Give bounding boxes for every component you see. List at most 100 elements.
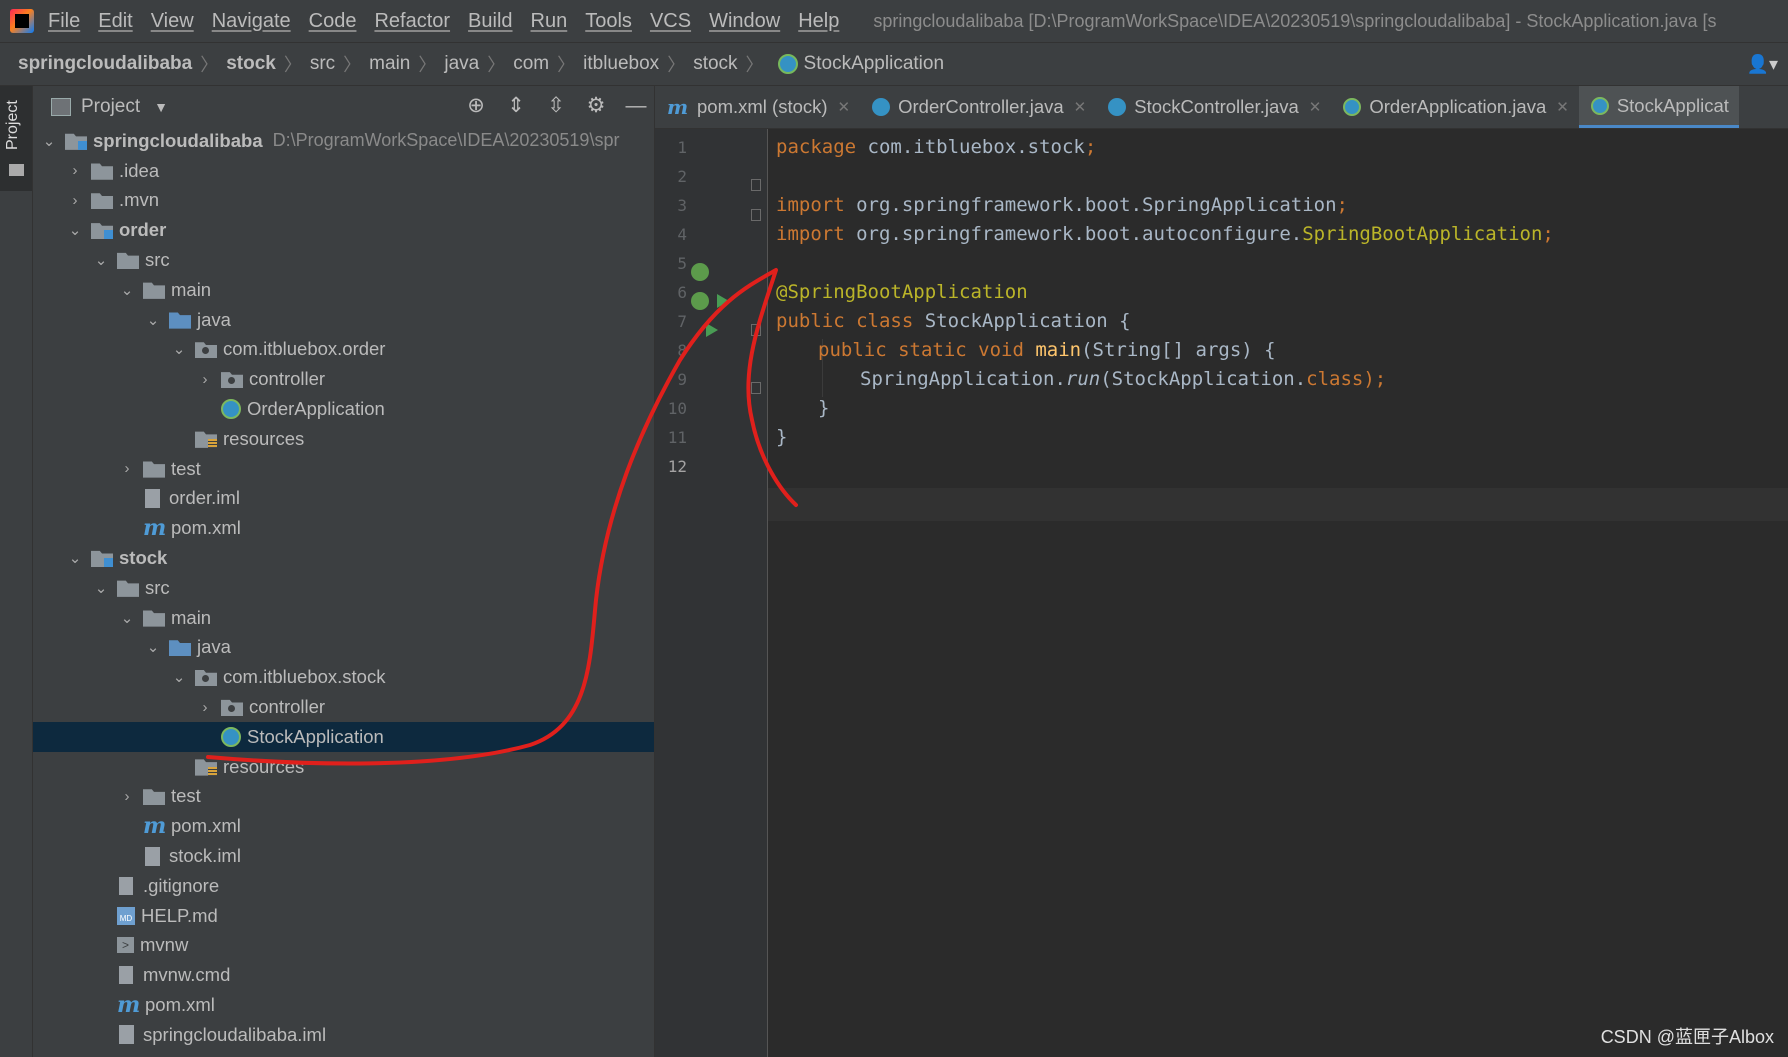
breadcrumb-item[interactable]: stock (226, 53, 276, 75)
breadcrumb-item[interactable]: com (513, 53, 549, 75)
chevron-down-icon[interactable]: ⌄ (145, 311, 161, 329)
close-icon[interactable]: ✕ (838, 98, 851, 116)
menu-navigate[interactable]: Navigate (212, 10, 291, 33)
menu-edit[interactable]: Edit (98, 10, 132, 33)
tree-row[interactable]: ⌄ springcloudalibaba D:\ProgramWorkSpace\I… (33, 126, 654, 156)
breadcrumb-item[interactable]: springcloudalibaba (18, 53, 192, 75)
chevron-down-icon[interactable]: ⌄ (67, 549, 83, 567)
tree-row[interactable]: > mvnw (33, 931, 654, 961)
close-icon[interactable]: ✕ (1309, 98, 1322, 116)
tree-row[interactable]: order.iml (33, 484, 654, 514)
code-editor[interactable]: package com.itbluebox.stock; import org.… (768, 129, 1788, 1057)
editor-tab[interactable]: StockController.java ✕ (1096, 86, 1331, 128)
chevron-down-icon[interactable]: ⌄ (119, 281, 135, 299)
bean-icon[interactable] (691, 292, 709, 310)
tree-row[interactable]: springcloudalibaba.iml (33, 1020, 654, 1050)
editor-tab[interactable]: StockApplicat (1578, 86, 1739, 128)
breadcrumb-item[interactable]: itbluebox (583, 53, 659, 75)
run-icon[interactable] (717, 294, 729, 308)
tree-row[interactable]: ⌄ com.itbluebox.stock (33, 662, 654, 692)
tree-row[interactable]: m pom.xml (33, 990, 654, 1020)
tree-row[interactable]: › controller (33, 692, 654, 722)
chevron-right-icon[interactable]: › (119, 460, 135, 477)
tree-row[interactable]: mvnw.cmd (33, 960, 654, 990)
chevron-right-icon[interactable]: › (197, 371, 213, 388)
chevron-right-icon[interactable]: › (67, 162, 83, 179)
tree-row[interactable]: OrderApplication (33, 394, 654, 424)
chevron-down-icon[interactable]: ⌄ (67, 221, 83, 239)
breadcrumb-item[interactable]: stock (693, 53, 737, 75)
bean-icon[interactable] (691, 263, 709, 281)
project-panel-title[interactable]: Project (81, 96, 140, 118)
chevron-down-icon[interactable]: ⌄ (41, 132, 57, 150)
breadcrumb-item[interactable]: main (369, 53, 410, 75)
tree-row[interactable]: › controller (33, 364, 654, 394)
locate-file-icon[interactable]: ⊕ (464, 94, 488, 118)
menu-help[interactable]: Help (798, 10, 839, 33)
watermark: CSDN @蓝匣子Albox (1600, 1027, 1774, 1047)
menu-view[interactable]: View (151, 10, 194, 33)
menu-refactor[interactable]: Refactor (374, 10, 450, 33)
chevron-right-icon[interactable]: › (197, 699, 213, 716)
spring-class-icon (1343, 98, 1362, 116)
editor-tab[interactable]: OrderController.java ✕ (860, 86, 1096, 128)
tree-row[interactable]: › test (33, 454, 654, 484)
tree-row[interactable]: m pom.xml (33, 513, 654, 543)
fold-icon[interactable] (751, 209, 761, 221)
menu-tools[interactable]: Tools (585, 10, 632, 33)
tree-row[interactable]: ⌄ order (33, 215, 654, 245)
menu-file[interactable]: File (48, 10, 80, 33)
chevron-down-icon[interactable]: ⌄ (171, 340, 187, 358)
chevron-right-icon[interactable]: › (67, 192, 83, 209)
tree-row[interactable]: ⌄ com.itbluebox.order (33, 335, 654, 365)
chevron-down-icon[interactable]: ⌄ (171, 668, 187, 686)
editor-tab[interactable]: m pom.xml (stock) ✕ (655, 86, 860, 128)
tree-row[interactable]: MD HELP.md (33, 901, 654, 931)
project-tool-tab[interactable]: Project (0, 86, 32, 191)
folder-module-icon (65, 133, 87, 150)
menu-build[interactable]: Build (468, 10, 512, 33)
chevron-right-icon[interactable]: › (119, 788, 135, 805)
tree-row[interactable]: ⌄ src (33, 245, 654, 275)
editor-tab[interactable]: OrderApplication.java ✕ (1331, 86, 1578, 128)
tree-row[interactable]: ⌄ java (33, 305, 654, 335)
fold-icon[interactable] (751, 382, 761, 394)
editor-tab-bar: m pom.xml (stock) ✕ OrderController.java ✕ St… (655, 86, 1788, 129)
expand-all-icon[interactable]: ⇕ (504, 94, 528, 118)
tree-row[interactable]: ⌄ java (33, 633, 654, 663)
tree-row[interactable]: resources (33, 752, 654, 782)
chevron-down-icon[interactable]: ⌄ (93, 579, 109, 597)
chevron-down-icon[interactable]: ▼ (154, 99, 168, 115)
fold-icon[interactable] (751, 179, 761, 191)
menu-vcs[interactable]: VCS (650, 10, 691, 33)
fold-icon[interactable] (751, 324, 761, 336)
tree-row[interactable]: › .idea (33, 156, 654, 186)
tree-row[interactable]: m pom.xml (33, 811, 654, 841)
tree-row[interactable]: .gitignore (33, 871, 654, 901)
breadcrumb-item[interactable]: java (444, 53, 479, 75)
tree-row[interactable]: resources (33, 424, 654, 454)
menu-window[interactable]: Window (709, 10, 780, 33)
chevron-down-icon[interactable]: ⌄ (119, 609, 135, 627)
breadcrumb-item[interactable]: StockApplication (804, 53, 944, 75)
menu-run[interactable]: Run (531, 10, 568, 33)
tree-row[interactable]: ⌄ main (33, 603, 654, 633)
tree-row[interactable]: › .mvn (33, 186, 654, 216)
tree-row[interactable]: stock.iml (33, 841, 654, 871)
tree-row[interactable]: StockApplication (33, 721, 654, 752)
close-icon[interactable]: ✕ (1556, 98, 1569, 116)
hide-panel-icon[interactable]: — (624, 94, 648, 118)
tree-row[interactable]: ⌄ src (33, 573, 654, 603)
tree-row[interactable]: ⌄ stock (33, 543, 654, 573)
run-icon[interactable] (706, 323, 718, 337)
chevron-down-icon[interactable]: ⌄ (145, 638, 161, 656)
collapse-all-icon[interactable]: ⇳ (544, 94, 568, 118)
breadcrumb-item[interactable]: src (310, 53, 335, 75)
user-icon[interactable]: 👤▾ (1747, 54, 1778, 75)
chevron-down-icon[interactable]: ⌄ (93, 251, 109, 269)
menu-code[interactable]: Code (309, 10, 357, 33)
tree-row[interactable]: ⌄ main (33, 275, 654, 305)
tree-row[interactable]: › test (33, 782, 654, 812)
close-icon[interactable]: ✕ (1074, 98, 1087, 116)
gear-icon[interactable]: ⚙ (584, 94, 608, 118)
